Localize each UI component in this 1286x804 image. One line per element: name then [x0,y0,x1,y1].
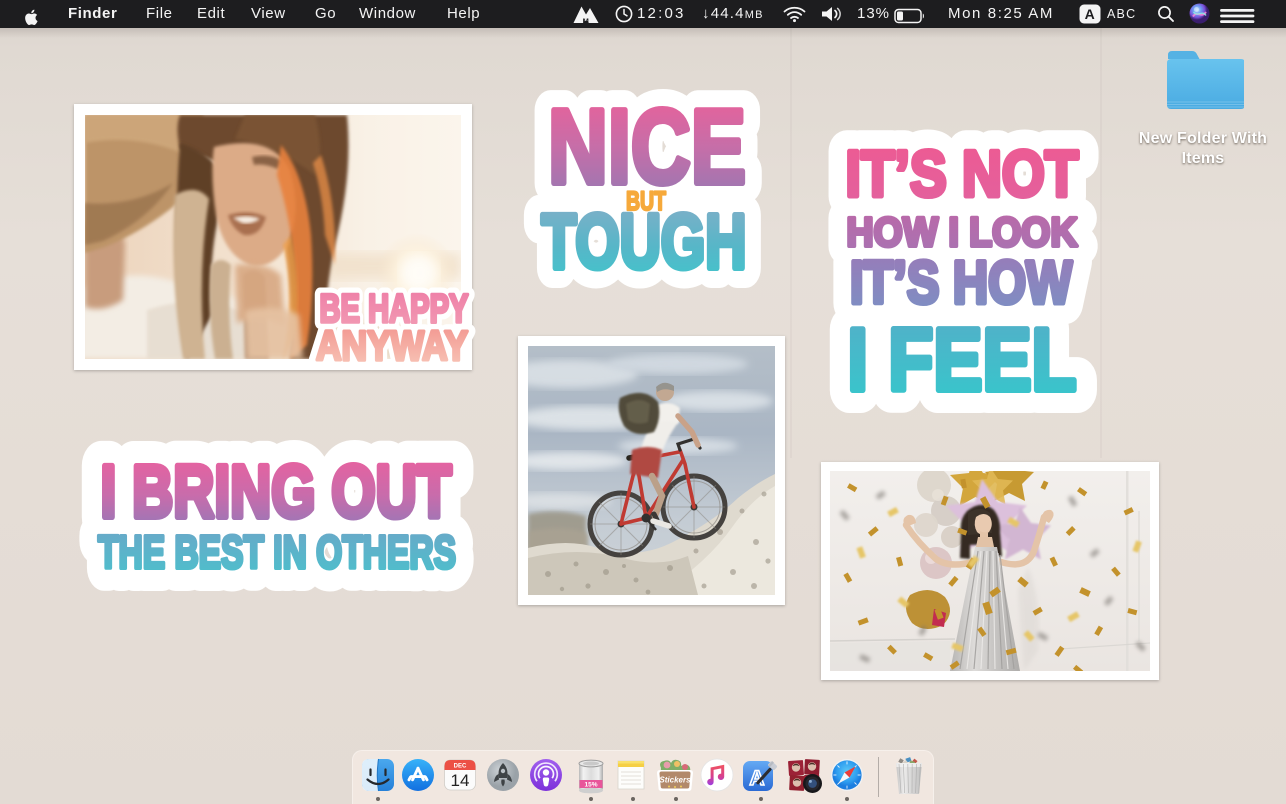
svg-text:TOUGH: TOUGH [542,199,747,285]
svg-text:14: 14 [451,771,470,790]
svg-text:M: M [583,17,590,26]
svg-text:IT’S NOT: IT’S NOT [846,137,1079,210]
svg-text:DEC: DEC [454,764,467,770]
svg-text:A: A [1085,6,1096,22]
svg-text:I FEEL: I FEEL [848,310,1077,409]
svg-text:ANYWAY: ANYWAY [316,322,468,369]
svg-text:15%: 15% [584,782,597,789]
svg-text:I BRING OUT: I BRING OUT [101,450,452,533]
svg-text:THE BEST IN OTHERS: THE BEST IN OTHERS [98,526,456,578]
svg-text:Stickers: Stickers [659,776,691,785]
svg-text:IT’S HOW: IT’S HOW [850,249,1072,316]
